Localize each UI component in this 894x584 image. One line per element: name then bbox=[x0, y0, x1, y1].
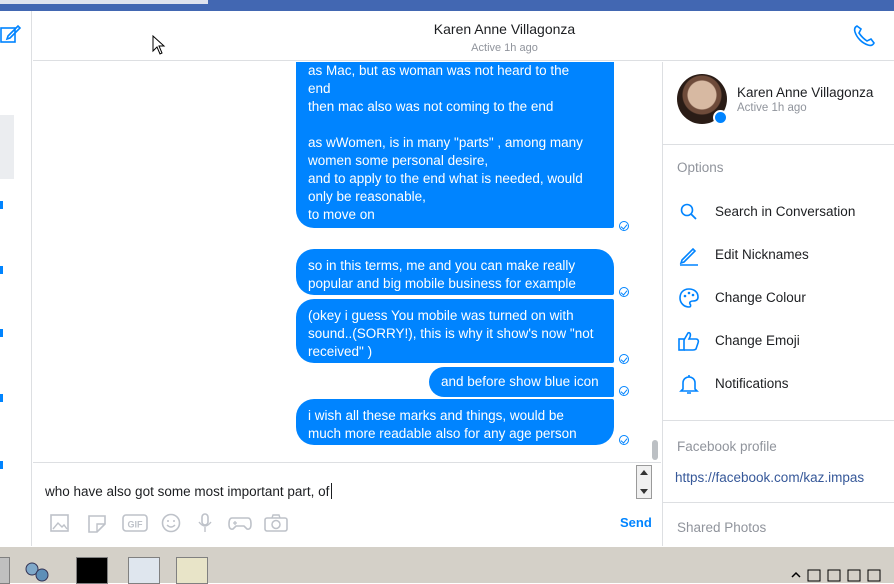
message-thread[interactable]: pp as Mac, but as woman was not heard to… bbox=[33, 62, 661, 462]
send-button[interactable]: Send bbox=[620, 515, 652, 530]
emoji-icon[interactable] bbox=[159, 512, 183, 534]
message-line: then mac also was not coming to the end bbox=[308, 99, 554, 114]
facebook-profile-link[interactable]: https://facebook.com/kaz.impas bbox=[675, 470, 864, 485]
option-label: Notifications bbox=[715, 376, 789, 391]
option-search-in-conversation[interactable]: Search in Conversation bbox=[677, 199, 887, 225]
svg-text:GIF: GIF bbox=[128, 520, 144, 530]
composer-scrollbar[interactable] bbox=[636, 465, 652, 499]
thread-scrollbar[interactable] bbox=[652, 440, 658, 460]
option-label: Change Colour bbox=[715, 290, 806, 305]
message-bubble: so in this terms, me and you can make re… bbox=[296, 249, 614, 295]
scroll-down-arrow-icon[interactable] bbox=[640, 489, 648, 494]
phone-icon[interactable] bbox=[851, 23, 877, 49]
browser-top-strip bbox=[0, 0, 894, 11]
image-icon[interactable] bbox=[48, 512, 72, 534]
message-line: (okey i guess You mobile was turned on w… bbox=[308, 308, 574, 323]
palette-icon bbox=[679, 288, 699, 308]
message-bubble: (okey i guess You mobile was turned on w… bbox=[296, 299, 614, 363]
conversation-list-item[interactable] bbox=[0, 201, 3, 209]
divider bbox=[663, 420, 894, 421]
message-line: popular and big mobile business for exam… bbox=[308, 276, 576, 291]
system-tray-icons[interactable] bbox=[790, 567, 890, 583]
message-line: and before show blue icon bbox=[441, 374, 599, 389]
notepad-icon[interactable] bbox=[176, 557, 208, 584]
message-composer: who have also got some most important pa… bbox=[33, 462, 661, 546]
seen-check-icon bbox=[619, 221, 629, 231]
shared-photos-heading: Shared Photos bbox=[677, 520, 767, 535]
os-taskbar bbox=[0, 546, 894, 584]
message-bubble: pp as Mac, but as woman was not heard to… bbox=[296, 62, 614, 228]
message-line: sound..(SORRY!), this is why it show's n… bbox=[308, 326, 594, 341]
messenger-badge-icon bbox=[713, 110, 728, 125]
text-caret bbox=[331, 483, 333, 499]
sticker-icon[interactable] bbox=[85, 512, 109, 534]
taskbar-app-icon[interactable] bbox=[0, 557, 10, 584]
option-edit-nicknames[interactable]: Edit Nicknames bbox=[677, 242, 887, 268]
message-line: end bbox=[308, 81, 331, 96]
message-line: women some personal desire, bbox=[308, 153, 489, 168]
network-icon[interactable] bbox=[22, 559, 52, 584]
message-line: as wWomen, is in many "parts" , among ma… bbox=[308, 135, 583, 150]
seen-check-icon bbox=[619, 386, 629, 396]
message-line: as Mac, but as woman was not heard to th… bbox=[308, 63, 570, 78]
message-draft-text: who have also got some most important pa… bbox=[45, 484, 330, 499]
option-change-emoji[interactable]: Change Emoji bbox=[677, 328, 887, 354]
scroll-up-arrow-icon[interactable] bbox=[640, 470, 648, 475]
gif-icon[interactable]: GIF bbox=[121, 512, 149, 534]
bell-icon bbox=[679, 375, 699, 394]
option-label: Search in Conversation bbox=[715, 204, 856, 219]
camera-icon[interactable] bbox=[263, 512, 289, 534]
seen-check-icon bbox=[619, 435, 629, 445]
divider bbox=[663, 502, 894, 503]
facebook-profile-heading: Facebook profile bbox=[677, 439, 777, 454]
option-label: Edit Nicknames bbox=[715, 247, 809, 262]
message-line: i wish all these marks and things, would… bbox=[308, 408, 564, 423]
option-notifications[interactable]: Notifications bbox=[677, 371, 887, 397]
microphone-icon[interactable] bbox=[193, 512, 217, 534]
message-line: received" ) bbox=[308, 344, 373, 359]
message-line: so in this terms, me and you can make re… bbox=[308, 258, 576, 273]
terminal-icon[interactable] bbox=[76, 557, 108, 584]
message-bubble: and before show blue icon bbox=[429, 367, 614, 397]
message-line: to move on bbox=[308, 207, 375, 222]
compose-icon[interactable] bbox=[0, 23, 22, 45]
option-label: Change Emoji bbox=[715, 333, 800, 348]
message-line: and to apply to the end what is needed, … bbox=[308, 171, 583, 186]
profile-status: Active 1h ago bbox=[737, 102, 807, 114]
divider bbox=[663, 144, 894, 145]
conversation-info-panel: Karen Anne Villagonza Active 1h ago Opti… bbox=[662, 62, 894, 546]
seen-check-icon bbox=[619, 287, 629, 297]
pencil-icon bbox=[679, 247, 698, 266]
seen-check-icon bbox=[619, 354, 629, 364]
conversation-list-item[interactable] bbox=[0, 329, 3, 337]
conversation-list-column bbox=[0, 11, 32, 546]
thumbs-up-icon bbox=[678, 331, 700, 351]
calculator-icon[interactable] bbox=[128, 557, 160, 584]
conversation-list-item[interactable] bbox=[0, 461, 3, 469]
message-bubble: i wish all these marks and things, would… bbox=[296, 399, 614, 445]
option-change-colour[interactable]: Change Colour bbox=[677, 285, 887, 311]
mouse-pointer-icon bbox=[152, 35, 166, 55]
message-input[interactable]: who have also got some most important pa… bbox=[45, 483, 333, 499]
message-line: only be reasonable, bbox=[308, 189, 426, 204]
conversation-list-selected-item[interactable] bbox=[0, 115, 14, 179]
message-line bbox=[308, 116, 602, 134]
search-icon bbox=[680, 203, 697, 220]
conversation-list-item[interactable] bbox=[0, 266, 3, 274]
profile-name: Karen Anne Villagonza bbox=[737, 85, 874, 100]
browser-tab-area bbox=[0, 0, 208, 4]
game-controller-icon[interactable] bbox=[227, 512, 253, 534]
options-heading: Options bbox=[677, 160, 724, 175]
conversation-list-item[interactable] bbox=[0, 394, 3, 402]
message-line: much more readable also for any age pers… bbox=[308, 426, 577, 441]
